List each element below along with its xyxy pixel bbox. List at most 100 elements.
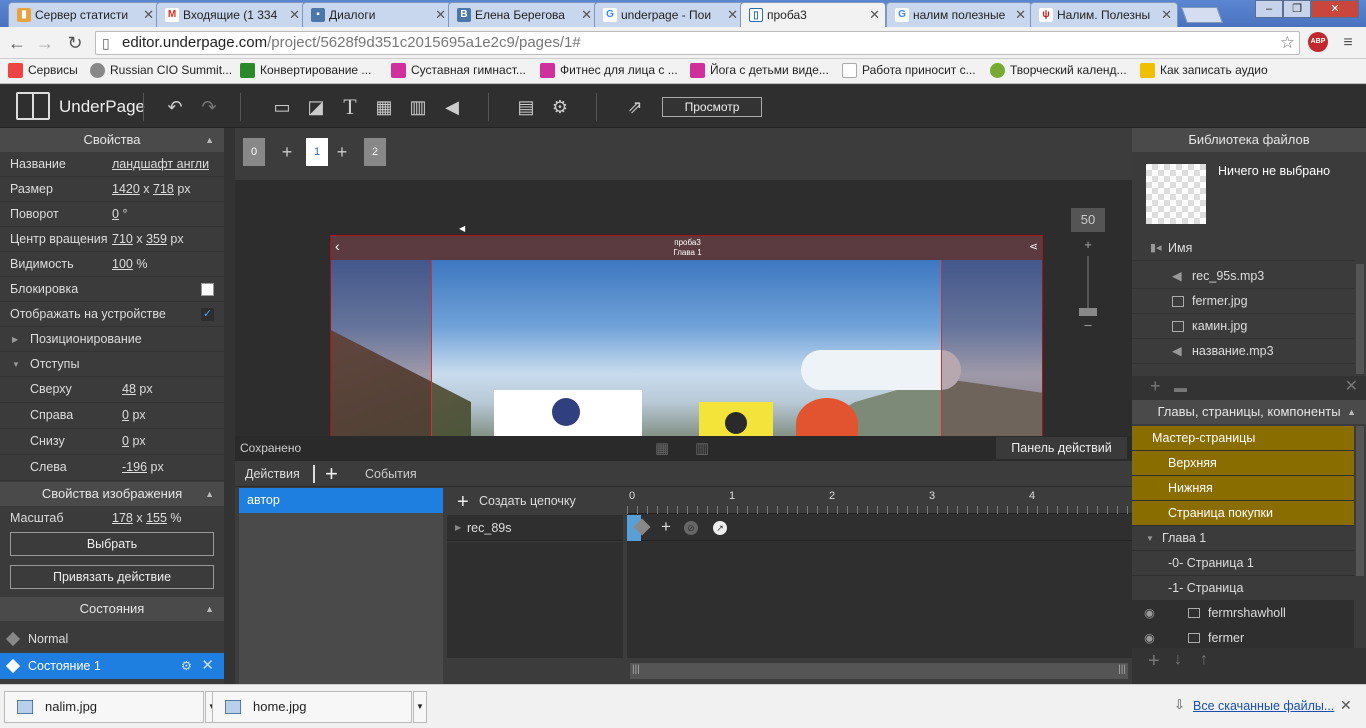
track-row[interactable]: ▶ rec_89s: [447, 515, 623, 541]
page-item[interactable]: -1- Страница: [1132, 576, 1354, 601]
character-card[interactable]: [699, 402, 773, 436]
master-page-item[interactable]: Верхняя: [1132, 451, 1354, 476]
scroll-grip-icon[interactable]: |||: [1118, 664, 1126, 675]
image-tool-icon[interactable]: ▦: [373, 96, 395, 118]
component-item[interactable]: ◉ fermrshawholl: [1132, 601, 1354, 626]
bookmark-item[interactable]: Фитнес для лица с ...: [540, 63, 678, 78]
state-1[interactable]: Состояние 1 ⚙ ✕: [0, 653, 224, 679]
expand-icon[interactable]: ▶: [12, 327, 18, 352]
minimize-button[interactable]: –: [1255, 0, 1283, 18]
scale-y-value[interactable]: 155: [146, 511, 167, 525]
download-item[interactable]: nalim.jpg▼: [4, 691, 219, 723]
eye-icon[interactable]: ◉: [1144, 601, 1155, 626]
browser-tab-active[interactable]: ▯ проба3 ✕: [740, 2, 886, 27]
page-thumb-1[interactable]: 1: [306, 138, 328, 166]
page-header-bar[interactable]: ‹ проба3 Глава 1 ⋖: [331, 236, 1042, 260]
bind-action-button[interactable]: Привязать действие: [10, 565, 214, 589]
master-pages-item[interactable]: Мастер-страницы: [1132, 426, 1354, 451]
star-icon[interactable]: ☆: [1280, 32, 1295, 54]
plus-icon[interactable]: +: [457, 492, 469, 512]
padding-top-value[interactable]: 48: [122, 382, 136, 396]
add-icon[interactable]: +: [1148, 650, 1160, 673]
bookmark-item[interactable]: Как записать аудио: [1140, 63, 1268, 78]
chapters-header[interactable]: Главы, страницы, компоненты ▲: [1132, 400, 1366, 424]
browser-tab[interactable]: ψ Налим. Полезны ✕: [1030, 2, 1178, 27]
zoom-slider-handle[interactable]: [1079, 308, 1097, 316]
action-panel-button[interactable]: Панель действий: [996, 437, 1127, 459]
address-bar[interactable]: ▯ editor.underpage.com/project/5628f9d35…: [95, 31, 1300, 55]
tab-events[interactable]: События: [365, 467, 417, 481]
all-downloads-link[interactable]: Все скачанные файлы...: [1193, 699, 1334, 713]
scale-x-value[interactable]: 178: [112, 511, 133, 525]
state-normal[interactable]: Normal: [0, 626, 224, 652]
close-icon[interactable]: ✕: [1161, 7, 1172, 23]
add-keyframe-icon[interactable]: +: [661, 517, 671, 537]
zoom-in-icon[interactable]: +: [1081, 238, 1095, 252]
pivot-y-value[interactable]: 359: [146, 232, 167, 246]
move-down-icon[interactable]: ↓: [1174, 651, 1182, 669]
rotation-value[interactable]: 0: [112, 207, 119, 221]
add-action-icon[interactable]: +: [325, 461, 338, 487]
page-item[interactable]: -0- Страница 1: [1132, 551, 1354, 576]
padding-left-value[interactable]: -196: [122, 460, 147, 474]
file-item[interactable]: fermer.jpg: [1132, 289, 1354, 314]
tab-actions[interactable]: Действия: [245, 467, 300, 481]
add-file-icon[interactable]: +: [1150, 376, 1161, 397]
back-arrow-icon[interactable]: ←: [6, 32, 28, 54]
master-page-item[interactable]: Нижняя: [1132, 476, 1354, 501]
height-value[interactable]: 718: [153, 182, 174, 196]
browser-tab[interactable]: ▮ Сервер статисти ✕: [8, 2, 160, 27]
actor-item[interactable]: автор: [239, 488, 443, 513]
timeline-ruler[interactable]: 0 1 2 3 4: [627, 488, 1132, 514]
maximize-button[interactable]: ❐: [1283, 0, 1311, 18]
file-item[interactable]: ◀ название.mp3: [1132, 339, 1354, 364]
scroll-grip-icon[interactable]: |||: [632, 664, 640, 675]
name-value[interactable]: ландшафт англи: [112, 152, 209, 177]
pivot-x-value[interactable]: 710: [112, 232, 133, 246]
text-tool-icon[interactable]: T: [339, 96, 361, 118]
zoom-out-icon[interactable]: –: [1081, 318, 1095, 332]
chapter-item[interactable]: ▼ Глава 1: [1132, 526, 1354, 551]
bookmark-item[interactable]: Конвертирование ...: [240, 63, 371, 78]
choose-image-button[interactable]: Выбрать: [10, 532, 214, 556]
close-icon[interactable]: ✕: [581, 7, 592, 23]
artboard[interactable]: ‹ проба3 Глава 1 ⋖: [330, 235, 1043, 436]
page-thumb-2[interactable]: 2: [364, 138, 386, 166]
grid-icon[interactable]: ▦: [655, 436, 669, 461]
bookmark-item[interactable]: Суставная гимнаст...: [391, 63, 526, 78]
zoom-value[interactable]: 50: [1071, 208, 1105, 232]
file-list-scrollbar[interactable]: [1356, 264, 1364, 374]
properties-header[interactable]: Свойства ▲: [0, 128, 224, 152]
landscape-image[interactable]: [331, 260, 1042, 436]
preview-button[interactable]: Просмотр: [662, 97, 762, 117]
browser-tab[interactable]: M Входящие (1 334 ✕: [156, 2, 306, 27]
adblock-icon[interactable]: ABP: [1308, 32, 1328, 52]
create-chain-button[interactable]: Создать цепочку: [479, 494, 576, 508]
device-checkbox[interactable]: ✓: [201, 308, 214, 321]
close-icon[interactable]: ✕: [201, 653, 214, 679]
bookmark-item[interactable]: Йога с детьми виде...: [690, 63, 829, 78]
padding-right-value[interactable]: 0: [122, 408, 129, 422]
gear-icon[interactable]: ⚙: [181, 653, 192, 679]
collapse-icon[interactable]: ▲: [205, 128, 214, 152]
chapter-list-scrollbar[interactable]: [1356, 426, 1364, 576]
timeline-scrollbar[interactable]: ||| |||: [630, 663, 1128, 679]
close-icon[interactable]: ✕: [1340, 697, 1352, 714]
collapse-icon[interactable]: ▲: [205, 482, 214, 506]
close-icon[interactable]: ✕: [435, 7, 446, 23]
sort-icon[interactable]: ▮◂: [1150, 236, 1162, 261]
file-item[interactable]: ◀ rec_95s.mp3: [1132, 264, 1354, 289]
add-page-icon[interactable]: +: [332, 138, 352, 166]
file-item[interactable]: камин.jpg: [1132, 314, 1354, 339]
rectangle-tool-icon[interactable]: ▭: [271, 96, 293, 118]
share-icon[interactable]: ⋖: [1029, 240, 1038, 254]
close-icon[interactable]: ✕: [289, 7, 300, 23]
move-up-icon[interactable]: ↑: [1200, 651, 1208, 669]
download-item[interactable]: home.jpg ▼: [212, 691, 427, 723]
video-tool-icon[interactable]: ▥: [407, 96, 429, 118]
link-action-icon[interactable]: ↗: [713, 521, 727, 535]
audio-tool-icon[interactable]: ◀: [441, 96, 463, 118]
positioning-row[interactable]: ▶ Позиционирование: [0, 327, 224, 352]
shape-tool-icon[interactable]: ◪: [305, 96, 327, 118]
padding-row[interactable]: ▼ Отступы: [0, 352, 224, 377]
